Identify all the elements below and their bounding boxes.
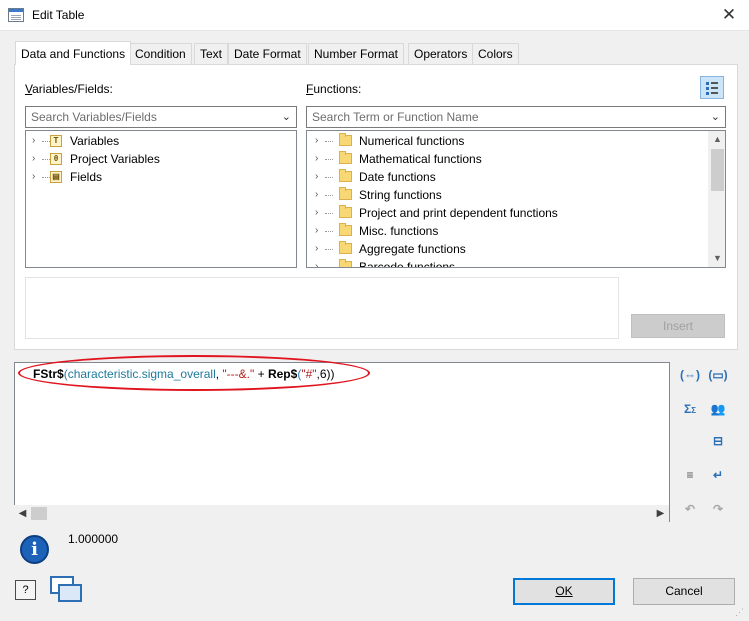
- functions-tree[interactable]: › Numerical functions › Mathematical fun…: [306, 130, 726, 268]
- chevron-right-icon[interactable]: ›: [315, 150, 325, 168]
- wrap-parentheses-icon[interactable]: (⇔): [680, 366, 700, 384]
- cancel-button[interactable]: Cancel: [633, 578, 735, 605]
- resize-grip-icon[interactable]: ⋰: [735, 607, 747, 619]
- result-value: 1.000000: [68, 532, 119, 546]
- folder-icon: [339, 187, 352, 200]
- editor-horizontal-scrollbar[interactable]: ◀ ▶: [14, 505, 669, 522]
- chevron-right-icon[interactable]: ›: [315, 204, 325, 222]
- chevron-right-icon[interactable]: ›: [32, 168, 42, 186]
- view-toggle-button[interactable]: [700, 76, 724, 99]
- highlight-ellipse: [18, 355, 370, 391]
- scrollbar-thumb[interactable]: [711, 149, 724, 191]
- result-panel: [14, 530, 738, 572]
- tree-item-label: Variables: [70, 134, 120, 148]
- scroll-up-icon[interactable]: ▲: [709, 131, 725, 148]
- tree-item-label: Barcode functions: [359, 260, 456, 268]
- scrollbar-thumb[interactable]: [31, 507, 47, 520]
- folder-icon: [339, 223, 352, 236]
- chevron-right-icon[interactable]: ›: [315, 168, 325, 186]
- format-icon[interactable]: ⊟: [708, 432, 728, 450]
- text-block-icon[interactable]: (▭): [708, 366, 728, 384]
- tab-date-format[interactable]: Date Format: [228, 43, 307, 64]
- scroll-down-icon[interactable]: ▼: [709, 250, 725, 267]
- chevron-right-icon[interactable]: ›: [315, 132, 325, 150]
- folder-icon: [339, 259, 352, 267]
- variables-tree[interactable]: › T Variables › θ Project Variables › ▤ …: [25, 130, 297, 268]
- tree-item-label: Aggregate functions: [359, 242, 466, 256]
- variables-fields-label: Variables/Fields:: [25, 82, 113, 96]
- users-icon[interactable]: 👥: [708, 400, 728, 418]
- help-button[interactable]: ?: [15, 580, 36, 600]
- app-icon: [8, 8, 24, 22]
- chevron-right-icon[interactable]: ›: [32, 132, 42, 150]
- insert-button[interactable]: Insert: [631, 314, 725, 338]
- search-variables-input[interactable]: Search Variables/Fields ⌄: [25, 106, 297, 128]
- field-icon: ▤: [50, 171, 62, 183]
- tree-item-label: Mathematical functions: [359, 152, 482, 166]
- folder-icon: [339, 169, 352, 182]
- chevron-down-icon[interactable]: ⌄: [282, 107, 291, 127]
- scroll-left-icon[interactable]: ◀: [14, 505, 31, 522]
- project-variable-icon: θ: [50, 153, 62, 165]
- folder-icon: [339, 205, 352, 218]
- variable-icon: T: [50, 135, 62, 147]
- tree-item-label: Misc. functions: [359, 224, 439, 238]
- functions-scrollbar[interactable]: ▲ ▼: [708, 131, 725, 267]
- tree-item-label: Date functions: [359, 170, 436, 184]
- tab-text[interactable]: Text: [194, 43, 229, 64]
- windows-icon[interactable]: [50, 576, 82, 602]
- undo-icon[interactable]: ↶: [680, 500, 700, 518]
- sum-icon[interactable]: ΣΣ: [680, 400, 700, 418]
- list-view-icon: [706, 82, 718, 95]
- tab-data-and-functions[interactable]: Data and Functions: [15, 41, 132, 65]
- tab-colors[interactable]: Colors: [472, 43, 519, 64]
- folder-icon: [339, 133, 352, 146]
- chevron-right-icon[interactable]: ›: [315, 186, 325, 204]
- tab-condition[interactable]: Condition: [129, 43, 192, 64]
- tree-item-label: Numerical functions: [359, 134, 465, 148]
- redo-icon[interactable]: ↷: [708, 500, 728, 518]
- folder-icon: [339, 151, 352, 164]
- window-title: Edit Table: [32, 8, 85, 22]
- tree-item-label: Fields: [70, 170, 103, 184]
- title-bar: Edit Table ✕: [0, 0, 749, 31]
- tab-operators[interactable]: Operators: [408, 43, 474, 64]
- indent-icon[interactable]: ≡: [680, 466, 700, 484]
- functions-label: Functions:: [306, 82, 362, 96]
- ok-button[interactable]: OK: [513, 578, 615, 605]
- chevron-right-icon[interactable]: ›: [315, 222, 325, 240]
- chevron-right-icon[interactable]: ›: [315, 240, 325, 258]
- tree-item-label: String functions: [359, 188, 442, 202]
- tree-item-label: Project Variables: [70, 152, 160, 166]
- tab-number-format[interactable]: Number Format: [308, 43, 405, 64]
- folder-icon: [339, 241, 352, 254]
- tree-item-label: Project and print dependent functions: [359, 206, 558, 220]
- close-icon[interactable]: ✕: [717, 4, 741, 26]
- wrap-text-icon[interactable]: ↵: [708, 466, 728, 484]
- chevron-right-icon[interactable]: ›: [32, 150, 42, 168]
- chevron-down-icon[interactable]: ⌄: [711, 107, 720, 127]
- chevron-right-icon[interactable]: ›: [315, 258, 325, 267]
- scroll-right-icon[interactable]: ▶: [652, 505, 669, 522]
- info-icon: i: [20, 535, 49, 564]
- function-description-area: [25, 277, 619, 339]
- search-functions-input[interactable]: Search Term or Function Name ⌄: [306, 106, 726, 128]
